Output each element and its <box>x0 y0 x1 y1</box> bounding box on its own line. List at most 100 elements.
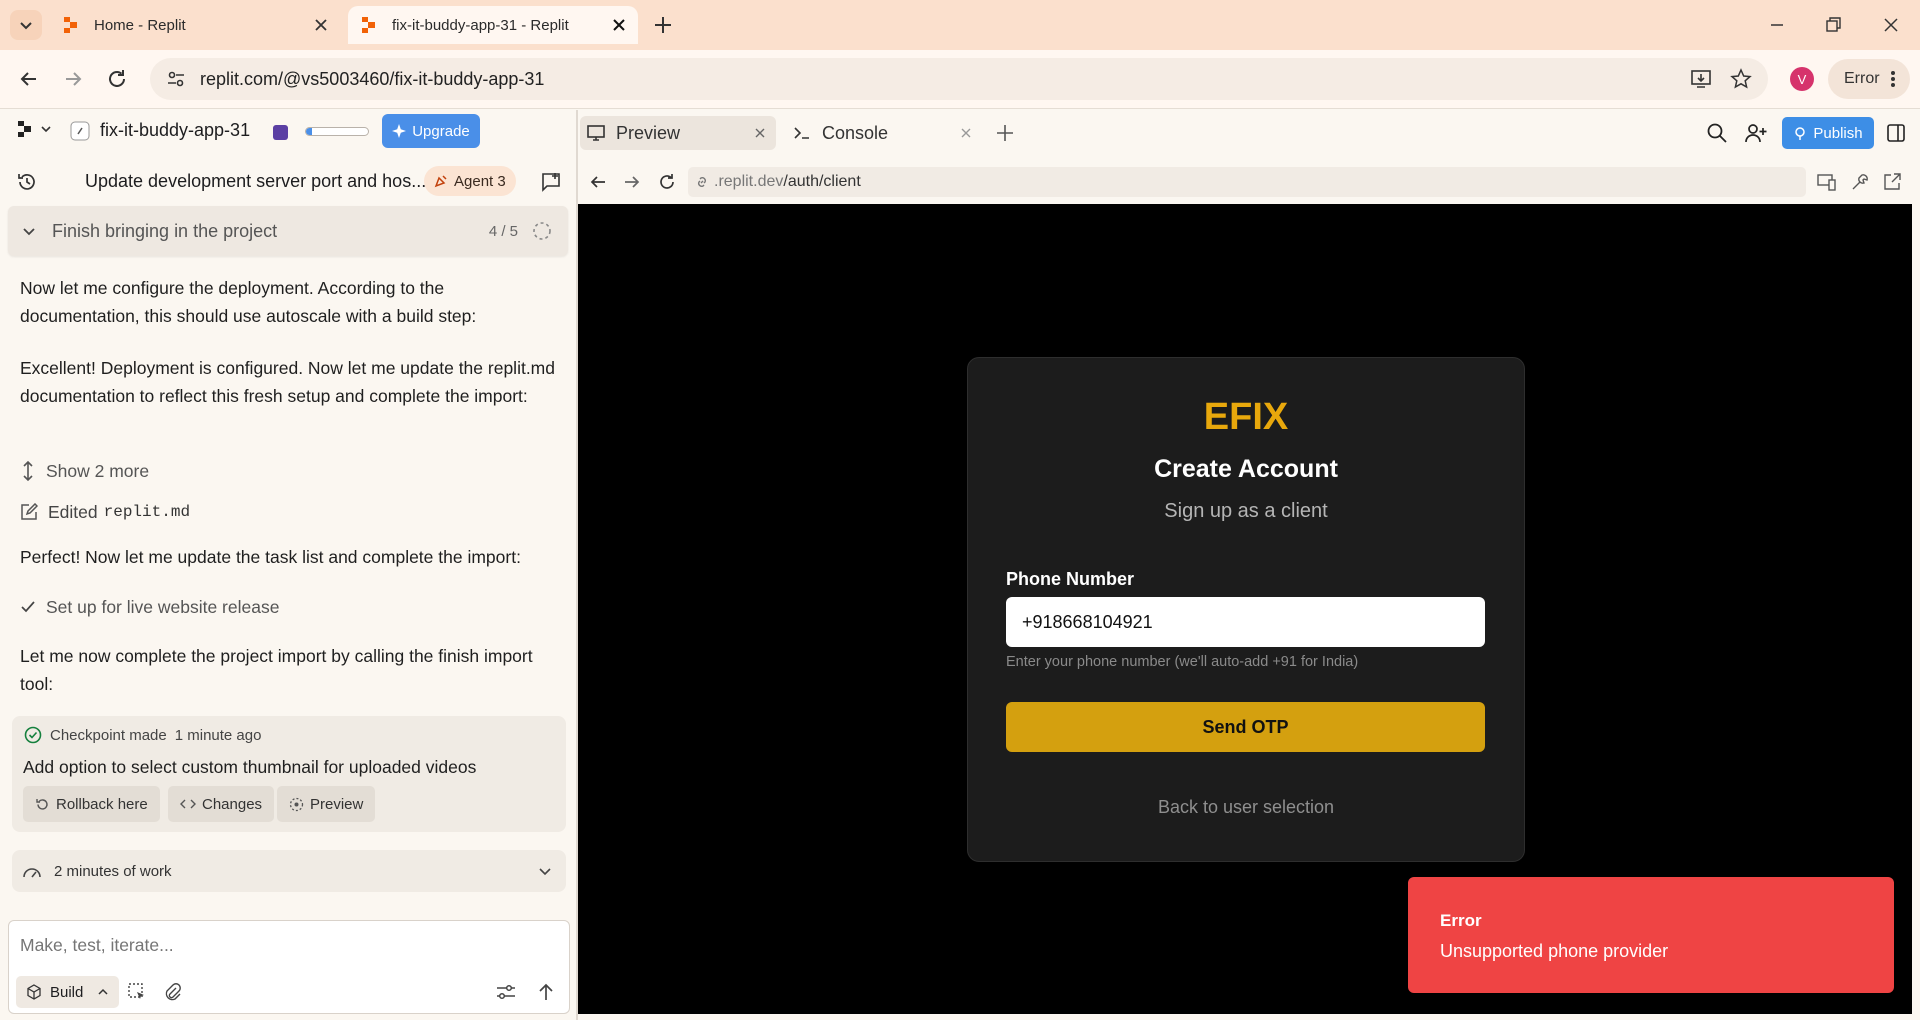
open-new-window-icon[interactable] <box>1882 172 1902 192</box>
link-icon <box>698 177 706 187</box>
new-tab-plus-icon[interactable] <box>652 14 674 36</box>
close-icon[interactable] <box>754 127 766 139</box>
edit-file-icon <box>21 503 38 520</box>
back-to-selection-link[interactable]: Back to user selection <box>967 797 1525 818</box>
changes-button[interactable]: Changes <box>168 786 275 822</box>
task-list-header[interactable]: Finish bringing in the project 4 / 5 <box>8 206 568 256</box>
history-icon[interactable] <box>16 171 38 193</box>
install-app-icon[interactable] <box>1690 68 1712 90</box>
mode-selector[interactable]: Build <box>16 976 120 1008</box>
stop-square-icon[interactable] <box>273 125 288 140</box>
kebab-menu-icon[interactable] <box>1890 70 1896 88</box>
bookmark-star-icon[interactable] <box>1730 68 1752 90</box>
publish-button[interactable]: Publish <box>1782 117 1874 149</box>
checkmark-icon <box>21 601 35 613</box>
code-icon <box>180 799 196 809</box>
select-element-icon[interactable] <box>127 982 147 1002</box>
close-icon[interactable] <box>312 16 330 34</box>
new-chat-icon[interactable] <box>540 171 562 193</box>
close-icon[interactable] <box>610 16 628 34</box>
error-toast[interactable]: Error Unsupported phone provider <box>1408 877 1894 993</box>
checkpoint-time: 1 minute ago <box>174 726 262 744</box>
setup-progress-bar <box>305 127 369 136</box>
close-icon[interactable] <box>960 127 972 139</box>
settings-sliders-icon[interactable] <box>495 983 517 1001</box>
thread-title[interactable]: Update development server port and hos..… <box>85 171 426 192</box>
work-summary[interactable]: 2 minutes of work <box>12 850 566 892</box>
browser-tab-project[interactable]: fix-it-buddy-app-31 - Replit <box>348 6 638 44</box>
checkpoint-made-label: Checkpoint made <box>50 726 167 744</box>
preview-reload-icon[interactable] <box>656 171 678 193</box>
prompt-input[interactable] <box>20 930 550 960</box>
show-more-button[interactable]: Show 2 more <box>20 457 149 485</box>
mode-label: Build <box>50 983 84 1001</box>
check-circle-icon <box>24 726 42 744</box>
browser-tab-home[interactable]: Home - Replit <box>50 6 340 44</box>
project-icon <box>70 121 90 140</box>
tab-label: Preview <box>616 122 681 143</box>
gauge-icon <box>23 868 41 878</box>
tab-label: Console <box>822 122 889 143</box>
reload-icon[interactable] <box>102 64 132 94</box>
address-bar[interactable]: replit.com/@vs5003460/fix-it-buddy-app-3… <box>150 58 1768 100</box>
agent-badge[interactable]: Agent 3 <box>424 166 516 196</box>
rollback-label: Rollback here <box>56 795 148 813</box>
preview-back-icon[interactable] <box>587 171 609 193</box>
phone-input[interactable]: +918668104921 <box>1006 597 1485 647</box>
completed-task-label: Set up for live website release <box>46 596 280 617</box>
split-layout-icon[interactable] <box>1886 123 1906 143</box>
preview-icon <box>289 797 304 811</box>
send-arrow-icon[interactable] <box>537 982 555 1002</box>
devtools-wrench-icon[interactable] <box>1850 172 1870 192</box>
forward-arrow-icon[interactable] <box>58 64 88 94</box>
agent-message: Perfect! Now let me update the task list… <box>20 547 521 567</box>
invite-user-icon[interactable] <box>1744 122 1768 144</box>
agent-message: Let me now complete the project import b… <box>20 646 533 694</box>
checkpoint-preview-button[interactable]: Preview <box>277 786 376 822</box>
project-name: fix-it-buddy-app-31 <box>100 120 251 140</box>
changes-label: Changes <box>202 795 263 813</box>
phone-value: +918668104921 <box>1022 611 1153 632</box>
agent-message: Now let me configure the deployment. Acc… <box>20 278 477 326</box>
project-name-button[interactable]: fix-it-buddy-app-31 <box>70 120 250 141</box>
devices-icon[interactable] <box>1817 172 1837 192</box>
back-arrow-icon[interactable] <box>14 64 44 94</box>
attachment-icon[interactable] <box>162 982 182 1002</box>
url-path: /auth/client <box>783 173 861 190</box>
window-close-icon[interactable] <box>1876 10 1906 40</box>
task-title: Finish bringing in the project <box>52 220 278 241</box>
minimize-icon[interactable] <box>1762 10 1792 40</box>
add-tab-plus-icon[interactable] <box>995 123 1015 143</box>
edited-filename: replit.md <box>103 503 191 521</box>
cube-icon <box>27 984 41 1000</box>
chevron-up-icon <box>98 988 108 995</box>
restore-icon[interactable] <box>1818 10 1848 40</box>
rollback-button[interactable]: Rollback here <box>23 786 160 822</box>
profile-avatar[interactable]: V <box>1790 67 1814 91</box>
page-title: Create Account <box>1154 455 1338 483</box>
monitor-icon <box>587 125 605 141</box>
agent-icon <box>434 175 447 188</box>
preview-url-bar[interactable]: .replit.dev /auth/client <box>688 167 1806 197</box>
chevron-down-icon <box>41 126 51 133</box>
sparkle-icon <box>392 124 407 138</box>
task-progress: 4 / 5 <box>488 222 518 240</box>
replit-menu-button[interactable] <box>16 120 52 138</box>
preview-forward-icon[interactable] <box>621 171 643 193</box>
browser-error-button[interactable]: Error <box>1828 59 1910 99</box>
site-settings-icon[interactable] <box>166 69 186 89</box>
search-icon[interactable] <box>1706 122 1728 144</box>
send-otp-button[interactable]: Send OTP <box>1006 702 1485 752</box>
tab-search-button[interactable] <box>10 10 42 40</box>
send-otp-label: Send OTP <box>1202 716 1289 737</box>
error-label: Error <box>1844 70 1880 87</box>
tab-preview[interactable]: Preview <box>580 116 776 150</box>
page-subtitle: Sign up as a client <box>1164 500 1328 522</box>
url-text: replit.com/@vs5003460/fix-it-buddy-app-3… <box>200 68 545 89</box>
tab-title: fix-it-buddy-app-31 - Replit <box>392 16 569 34</box>
tab-console[interactable]: Console <box>786 116 982 150</box>
history-icon <box>36 798 48 810</box>
upgrade-button[interactable]: Upgrade <box>382 114 480 148</box>
edited-file-row[interactable]: Edited replit.md <box>20 498 190 526</box>
completed-task-row: Set up for live website release <box>20 593 279 621</box>
